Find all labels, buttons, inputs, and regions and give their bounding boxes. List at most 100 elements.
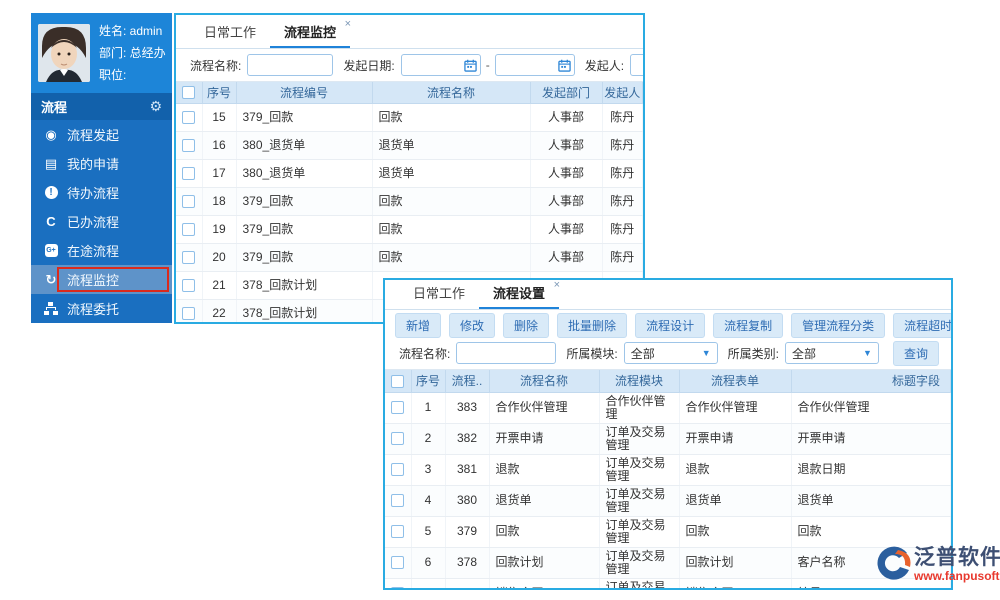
batch-delete-button[interactable]: 批量删除 bbox=[557, 313, 627, 338]
category-select[interactable]: 全部 ▼ bbox=[785, 342, 879, 364]
close-icon[interactable]: × bbox=[345, 18, 351, 30]
cell-seq: 21 bbox=[202, 271, 236, 299]
tab-process-monitor[interactable]: 流程监控 × bbox=[270, 22, 350, 48]
cell-initiator: 陈丹 bbox=[602, 215, 643, 243]
row-checkbox[interactable] bbox=[391, 587, 404, 590]
gear-icon[interactable]: ⚙ bbox=[149, 98, 162, 115]
add-button[interactable]: 新增 bbox=[395, 313, 441, 338]
delete-button[interactable]: 删除 bbox=[503, 313, 549, 338]
sidebar-item-process-initiate[interactable]: ◉ 流程发起 bbox=[31, 120, 172, 149]
table-header-row: 序号 流程.. 流程名称 流程模块 流程表单 标题字段 bbox=[385, 370, 951, 392]
sidebar-item-pending-processes[interactable]: ! 待办流程 bbox=[31, 178, 172, 207]
table-header-row: 序号 流程编号 流程名称 发起部门 发起人 bbox=[176, 82, 643, 103]
tab-process-settings[interactable]: 流程设置 × bbox=[479, 283, 559, 309]
cell-code: 378_回款计划 bbox=[236, 299, 372, 324]
row-checkbox[interactable] bbox=[182, 167, 195, 180]
cell-module: 订单及交易管理 bbox=[599, 423, 679, 454]
select-all-checkbox[interactable] bbox=[391, 375, 404, 388]
cell-dept: 人事部 bbox=[530, 187, 602, 215]
col-start-dept: 发起部门 bbox=[530, 82, 602, 103]
select-all-checkbox[interactable] bbox=[182, 86, 195, 99]
cell-dept: 人事部 bbox=[530, 243, 602, 271]
brand-name: 泛普软件 bbox=[914, 546, 1000, 570]
row-checkbox[interactable] bbox=[182, 139, 195, 152]
process-copy-button[interactable]: 流程复制 bbox=[713, 313, 783, 338]
process-name-input[interactable] bbox=[247, 54, 333, 76]
cell-code: 383 bbox=[445, 392, 489, 423]
cell-seq: 18 bbox=[202, 187, 236, 215]
edit-button[interactable]: 修改 bbox=[449, 313, 495, 338]
row-checkbox[interactable] bbox=[391, 401, 404, 414]
process-name-label: 流程名称: bbox=[190, 57, 241, 74]
cell-form: 合作伙伴管理 bbox=[679, 392, 791, 423]
tab-daily-work[interactable]: 日常工作 bbox=[190, 22, 270, 48]
sidebar-item-process-delegate[interactable]: 流程委托 bbox=[31, 294, 172, 323]
cell-initiator: 陈丹 bbox=[602, 103, 643, 131]
settings-table: 序号 流程.. 流程名称 流程模块 流程表单 标题字段 1383合作伙伴管理合作… bbox=[385, 370, 951, 590]
row-checkbox[interactable] bbox=[391, 556, 404, 569]
row-checkbox[interactable] bbox=[391, 463, 404, 476]
row-checkbox[interactable] bbox=[182, 111, 195, 124]
row-checkbox[interactable] bbox=[391, 525, 404, 538]
initiator-input[interactable] bbox=[630, 54, 645, 76]
module-select[interactable]: 全部 ▼ bbox=[624, 342, 718, 364]
cell-module: 订单及交易管理 bbox=[599, 578, 679, 590]
process-design-button[interactable]: 流程设计 bbox=[635, 313, 705, 338]
cell-name: 回款 bbox=[372, 215, 530, 243]
cell-code: 379_回款 bbox=[236, 215, 372, 243]
cell-seq: 3 bbox=[411, 454, 445, 485]
table-row: 6378回款计划订单及交易管理回款计划客户名称 bbox=[385, 547, 951, 578]
sidebar-item-completed-processes[interactable]: C 已办流程 bbox=[31, 207, 172, 236]
row-checkbox[interactable] bbox=[182, 279, 195, 292]
sidebar-menu: ◉ 流程发起 ▤ 我的申请 ! 待办流程 C 已办流程 G+ 在途流程 ↻ 流程… bbox=[31, 120, 172, 323]
row-checkbox[interactable] bbox=[182, 195, 195, 208]
row-checkbox[interactable] bbox=[391, 432, 404, 445]
manage-category-button[interactable]: 管理流程分类 bbox=[791, 313, 885, 338]
cell-module: 订单及交易管理 bbox=[599, 516, 679, 547]
date-range-separator: - bbox=[486, 58, 490, 72]
fanpu-logo: 泛普软件 www.fanpusoft.com bbox=[876, 546, 1000, 583]
cell-seq: 6 bbox=[411, 547, 445, 578]
id-card-icon: ▤ bbox=[43, 156, 59, 172]
col-process-code: 流程.. bbox=[445, 370, 489, 392]
profile-name: 姓名: admin bbox=[99, 20, 166, 42]
profile-dept: 部门: 总经办 bbox=[99, 42, 166, 64]
sitemap-icon bbox=[43, 301, 59, 317]
cell-seq: 19 bbox=[202, 215, 236, 243]
table-row: 18379_回款回款人事部陈丹 bbox=[176, 187, 643, 215]
col-process-module: 流程模块 bbox=[599, 370, 679, 392]
initiator-label: 发起人: bbox=[585, 57, 624, 74]
process-name-input[interactable] bbox=[456, 342, 556, 364]
avatar bbox=[38, 24, 90, 82]
row-checkbox[interactable] bbox=[182, 251, 195, 264]
settings-toolbar: 新增 修改 删除 批量删除 流程设计 流程复制 管理流程分类 流程超时提示 bbox=[385, 313, 951, 337]
cell-form: 开票申请 bbox=[679, 423, 791, 454]
search-button[interactable]: 查询 bbox=[893, 341, 939, 366]
col-process-form: 流程表单 bbox=[679, 370, 791, 392]
sidebar-item-process-monitor[interactable]: ↻ 流程监控 bbox=[31, 265, 172, 294]
tab-daily-work[interactable]: 日常工作 bbox=[399, 283, 479, 309]
timeout-alert-button[interactable]: 流程超时提示 bbox=[893, 313, 953, 338]
sidebar: 姓名: admin 部门: 总经办 职位: 流程 ⚙ ◉ 流程发起 ▤ 我的申请… bbox=[31, 13, 172, 324]
sidebar-item-in-transit-processes[interactable]: G+ 在途流程 bbox=[31, 236, 172, 265]
cell-code: 380_退货单 bbox=[236, 131, 372, 159]
close-icon[interactable]: × bbox=[554, 279, 560, 291]
cell-name: 回款 bbox=[489, 516, 599, 547]
sidebar-item-my-applications[interactable]: ▤ 我的申请 bbox=[31, 149, 172, 178]
cell-code: 379 bbox=[445, 516, 489, 547]
table-row: 3381退款订单及交易管理退款退款日期 bbox=[385, 454, 951, 485]
cell-name: 回款 bbox=[372, 243, 530, 271]
cell-name: 回款计划 bbox=[489, 547, 599, 578]
start-date-to-input[interactable] bbox=[495, 54, 575, 76]
cell-form: 销售合同 bbox=[679, 578, 791, 590]
col-seq: 序号 bbox=[411, 370, 445, 392]
broadcast-icon: ◉ bbox=[43, 127, 59, 143]
start-date-from-input[interactable] bbox=[401, 54, 481, 76]
row-checkbox[interactable] bbox=[182, 223, 195, 236]
cell-module: 订单及交易管理 bbox=[599, 547, 679, 578]
row-checkbox[interactable] bbox=[391, 494, 404, 507]
cell-module: 订单及交易管理 bbox=[599, 485, 679, 516]
row-checkbox[interactable] bbox=[182, 307, 195, 320]
col-title-field: 标题字段 bbox=[791, 370, 951, 392]
table-row: 1383合作伙伴管理合作伙伴管理合作伙伴管理合作伙伴管理 bbox=[385, 392, 951, 423]
